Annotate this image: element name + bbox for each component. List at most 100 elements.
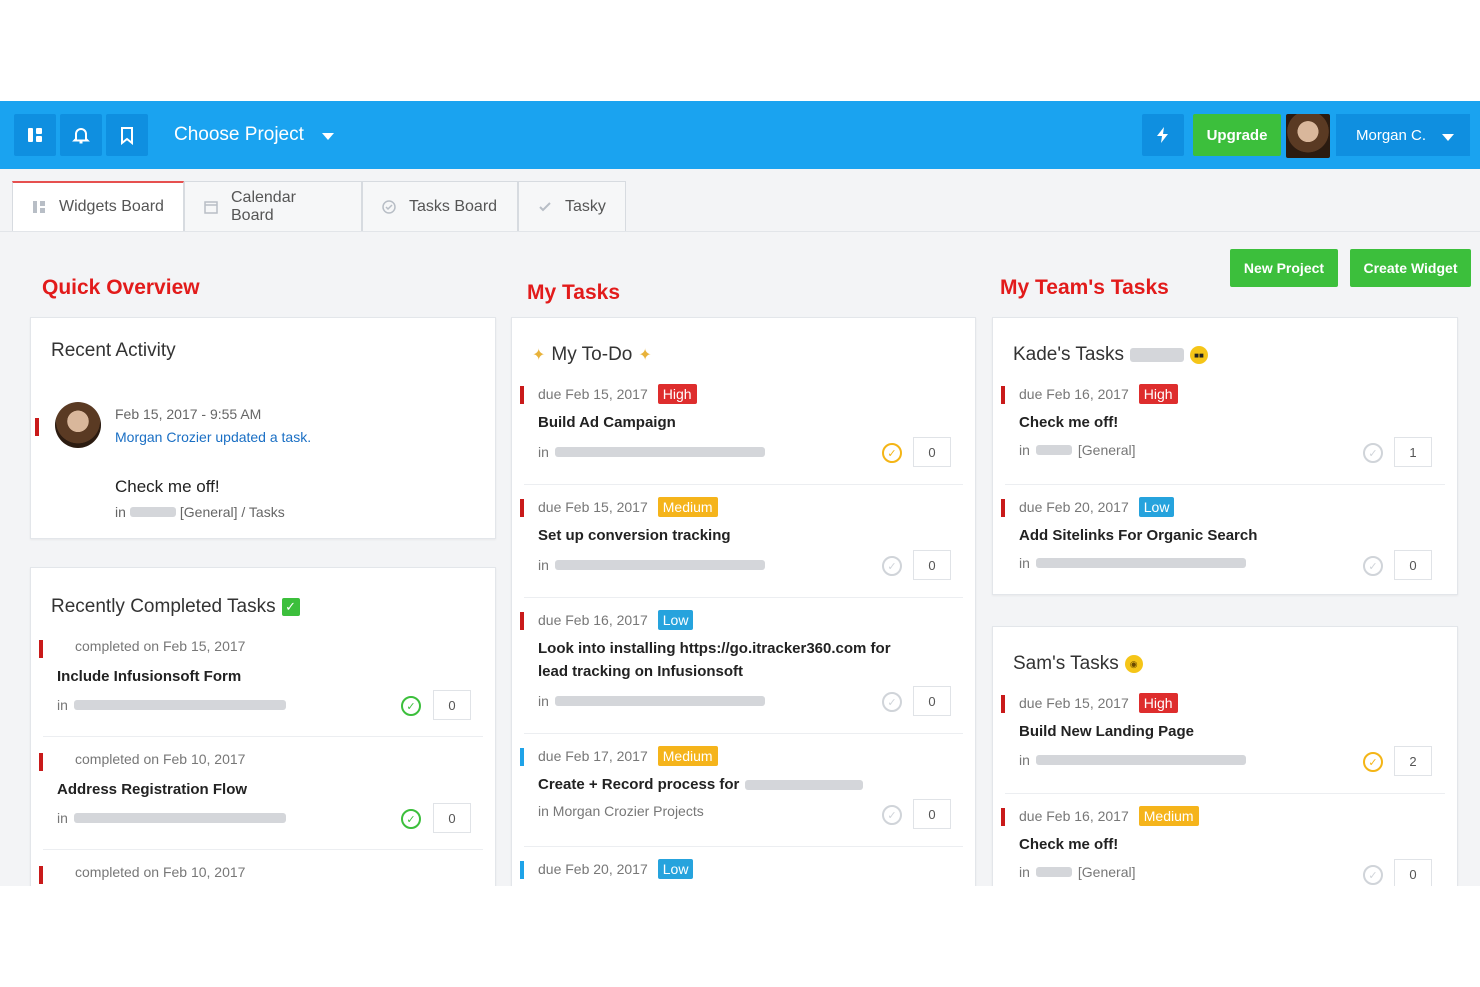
priority-marker — [520, 386, 524, 404]
completed-task-name[interactable]: Include Infusionsoft Form — [57, 665, 241, 688]
due-date: due Feb 17, 2017 — [538, 748, 648, 764]
activity-actor-link[interactable]: Morgan Crozier updated a task. — [115, 429, 311, 445]
comment-count[interactable]: 0 — [913, 686, 951, 716]
emoji-icon: ◉ — [1124, 655, 1143, 673]
task-name[interactable]: Build New Landing Page — [1019, 720, 1194, 743]
tab-calendar-board[interactable]: Calendar Board — [184, 181, 362, 231]
tab-tasky[interactable]: Tasky — [518, 181, 626, 231]
task-name[interactable]: Check me off! — [1019, 833, 1118, 856]
comment-count[interactable]: 0 — [1394, 550, 1432, 580]
divider — [524, 733, 963, 734]
todo-task-item: due Feb 16, 2017 Low Look into installin… — [512, 610, 975, 730]
comment-count[interactable]: 0 — [433, 690, 471, 720]
location-prefix: in — [1019, 555, 1030, 571]
bookmarks-button[interactable] — [106, 114, 148, 156]
complete-check-icon[interactable]: ✓ — [1363, 865, 1383, 885]
complete-check-icon[interactable]: ✓ — [882, 692, 902, 712]
due-date: due Feb 15, 2017 — [538, 499, 648, 515]
chevron-down-icon — [1442, 134, 1454, 141]
activity-marker — [35, 418, 39, 436]
comment-count[interactable]: 2 — [1394, 746, 1432, 776]
choose-project-label: Choose Project — [174, 124, 304, 145]
team-task-item: due Feb 15, 2017 High Build New Landing … — [993, 693, 1457, 793]
task-name[interactable]: Set up conversion tracking — [538, 524, 731, 547]
recent-activity-card: Recent Activity Feb 15, 2017 - 9:55 AM M… — [30, 317, 496, 539]
completed-task-item: completed on Feb 10, 2017 Address Regist… — [31, 751, 495, 851]
tab-tasks-board[interactable]: Tasks Board — [362, 181, 518, 231]
comment-count[interactable]: 0 — [913, 437, 951, 467]
divider — [1005, 484, 1445, 485]
redacted-text — [1035, 445, 1072, 455]
complete-check-icon[interactable]: ✓ — [401, 809, 421, 829]
user-avatar[interactable] — [1286, 114, 1330, 158]
priority-marker — [520, 748, 524, 766]
completed-task-item: completed on Feb 15, 2017 Include Infusi… — [31, 638, 495, 738]
activity-task-name[interactable]: Check me off! — [115, 477, 220, 497]
complete-check-icon[interactable]: ✓ — [882, 805, 902, 825]
priority-badge: Low — [657, 610, 694, 630]
complete-check-icon[interactable]: ✓ — [1363, 556, 1383, 576]
redacted-text — [1035, 755, 1246, 765]
task-name-row[interactable]: Create + Record process for — [538, 773, 864, 796]
complete-check-icon[interactable]: ✓ — [401, 696, 421, 716]
choose-project-dropdown[interactable]: Choose Project — [174, 123, 334, 147]
completed-task-name[interactable]: Address Registration Flow — [57, 778, 247, 801]
my-todo-title: ✦ My To-Do ✦ — [532, 344, 652, 366]
dashboard-button[interactable] — [14, 114, 56, 156]
priority-badge: High — [1138, 693, 1178, 713]
location-prefix: in — [538, 693, 549, 709]
task-name[interactable]: Add Sitelinks For Organic Search — [1019, 524, 1257, 547]
task-name[interactable]: Build Ad Campaign — [538, 411, 676, 434]
priority-marker — [520, 861, 524, 879]
comment-count[interactable]: 0 — [433, 803, 471, 833]
redacted-text — [554, 447, 765, 457]
new-project-button[interactable]: New Project — [1230, 249, 1338, 287]
priority-badge: Low — [657, 859, 694, 879]
task-location: in — [1019, 752, 1246, 768]
tab-widgets-board[interactable]: Widgets Board — [12, 181, 184, 231]
user-menu-dropdown[interactable]: Morgan C. — [1336, 114, 1470, 156]
checkmark-icon — [537, 199, 553, 215]
comment-count[interactable]: 0 — [913, 550, 951, 580]
task-name[interactable]: Check me off! — [1019, 411, 1118, 434]
app-window: Choose Project Upgrade Morgan C. Widgets… — [0, 101, 1480, 886]
kade-tasks-card: Kade's Tasks ■■ due Feb 16, 2017 High Ch… — [992, 317, 1458, 595]
user-name: Morgan C. — [1356, 126, 1427, 144]
completed-date: completed on Feb 10, 2017 — [75, 751, 246, 767]
location-text: in Morgan Crozier Projects — [538, 803, 704, 819]
complete-check-icon[interactable]: ✓ — [882, 443, 902, 463]
complete-check-icon[interactable]: ✓ — [1363, 752, 1383, 772]
priority-marker — [39, 753, 43, 771]
check-circle-icon — [381, 199, 397, 215]
chevron-down-icon — [321, 132, 334, 140]
comment-count[interactable]: 1 — [1394, 437, 1432, 467]
upgrade-button[interactable]: Upgrade — [1193, 114, 1281, 156]
todo-task-item: due Feb 15, 2017 High Build Ad Campaign … — [512, 384, 975, 484]
comment-count[interactable]: 0 — [913, 799, 951, 829]
recently-completed-title: Recently Completed Tasks ✓ — [51, 596, 300, 618]
todo-task-item: due Feb 15, 2017 Medium Set up conversio… — [512, 497, 975, 597]
location-text: [General] — [1077, 442, 1136, 458]
complete-check-icon[interactable]: ✓ — [1363, 443, 1383, 463]
top-navigation-bar: Choose Project Upgrade Morgan C. — [0, 101, 1480, 169]
sam-tasks-card: Sam's Tasks ◉ due Feb 15, 2017 High Buil… — [992, 626, 1458, 886]
redacted-text — [73, 813, 286, 823]
todo-task-item: due Feb 17, 2017 Medium Create + Record … — [512, 746, 975, 846]
tab-label: Calendar Board — [231, 188, 296, 224]
comment-count[interactable]: 0 — [1394, 859, 1432, 886]
completed-task-location: in — [57, 810, 286, 826]
location-text: [General] / Tasks — [179, 504, 285, 520]
tabs-divider — [0, 231, 1480, 232]
quick-action-button[interactable] — [1142, 114, 1184, 156]
task-name[interactable]: Look into installing https://go.itracker… — [538, 637, 918, 683]
create-widget-button[interactable]: Create Widget — [1350, 249, 1471, 287]
task-due: due Feb 15, 2017 High — [538, 384, 697, 404]
tab-label: Tasks Board — [409, 197, 498, 215]
redacted-text — [745, 779, 864, 790]
location-prefix: in — [1019, 752, 1030, 768]
notifications-button[interactable] — [60, 114, 102, 156]
task-due: due Feb 15, 2017 Medium — [538, 497, 718, 517]
widgets-icon — [31, 199, 47, 215]
complete-check-icon[interactable]: ✓ — [882, 556, 902, 576]
kade-tasks-title-text: Kade's Tasks — [1013, 344, 1125, 365]
